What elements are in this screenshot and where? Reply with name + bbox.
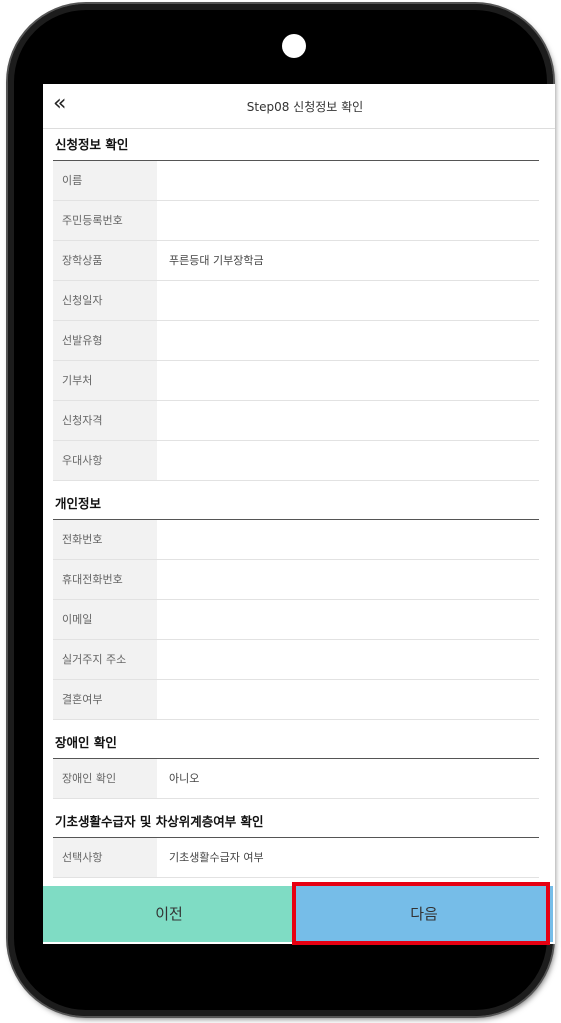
prev-button[interactable]: 이전 xyxy=(43,886,295,942)
table-row: 실거주지 주소 xyxy=(53,640,539,680)
row-label: 이메일 xyxy=(53,600,157,639)
row-value xyxy=(157,600,539,639)
row-value xyxy=(157,680,539,719)
table-row: 선발유형 xyxy=(53,321,539,361)
page-title: Step08 신청정보 확인 xyxy=(246,100,364,114)
row-value xyxy=(157,401,539,440)
row-value xyxy=(157,321,539,360)
row-value xyxy=(157,560,539,599)
row-value xyxy=(157,441,539,480)
table-row: 기부처 xyxy=(53,361,539,401)
row-value xyxy=(157,201,539,240)
row-label: 장애인 확인 xyxy=(53,759,157,798)
section-title-application: 신청정보 확인 xyxy=(53,130,539,161)
row-value xyxy=(157,161,539,200)
row-value: 푸른등대 기부장학금 xyxy=(169,254,264,267)
form-content: 신청정보 확인 이름 주민등록번호 장학상품 푸른등대 기부장학금 신청일자 선발… xyxy=(53,130,539,878)
next-button[interactable]: 다음 xyxy=(295,886,553,942)
bottom-button-bar: 이전 다음 xyxy=(43,886,555,942)
app-screen: « Step08 신청정보 확인 신청정보 확인 이름 주민등록번호 장학상품 푸… xyxy=(43,84,555,944)
table-row: 장애인 확인 아니오 xyxy=(53,759,539,799)
table-row: 신청일자 xyxy=(53,281,539,321)
row-label: 우대사항 xyxy=(53,441,157,480)
header-bar: « Step08 신청정보 확인 xyxy=(43,84,555,129)
table-row: 선택사항 기초생활수급자 여부 xyxy=(53,838,539,878)
table-row: 장학상품 푸른등대 기부장학금 xyxy=(53,241,539,281)
table-row: 이름 xyxy=(53,161,539,201)
section-title-personal: 개인정보 xyxy=(53,489,539,520)
camera-dot xyxy=(282,34,306,58)
table-row: 전화번호 xyxy=(53,520,539,560)
row-label: 전화번호 xyxy=(53,520,157,559)
table-row: 주민등록번호 xyxy=(53,201,539,241)
row-label: 실거주지 주소 xyxy=(53,640,157,679)
row-value xyxy=(157,361,539,400)
row-value: 기초생활수급자 여부 xyxy=(169,851,264,864)
table-row: 이메일 xyxy=(53,600,539,640)
row-value: 아니오 xyxy=(169,772,200,785)
row-label: 선발유형 xyxy=(53,321,157,360)
row-value xyxy=(157,520,539,559)
row-value xyxy=(157,640,539,679)
row-label: 결혼여부 xyxy=(53,680,157,719)
row-value xyxy=(157,281,539,320)
row-label: 선택사항 xyxy=(53,838,157,877)
table-row: 결혼여부 xyxy=(53,680,539,720)
row-label: 신청일자 xyxy=(53,281,157,320)
row-label: 기부처 xyxy=(53,361,157,400)
section-title-basic-living: 기초생활수급자 및 차상위계층여부 확인 xyxy=(53,807,539,838)
table-row: 휴대전화번호 xyxy=(53,560,539,600)
table-row: 우대사항 xyxy=(53,441,539,481)
row-label: 휴대전화번호 xyxy=(53,560,157,599)
section-title-disability: 장애인 확인 xyxy=(53,728,539,759)
row-label: 장학상품 xyxy=(53,241,157,280)
table-row: 신청자격 xyxy=(53,401,539,441)
row-label: 신청자격 xyxy=(53,401,157,440)
row-label: 주민등록번호 xyxy=(53,201,157,240)
row-label: 이름 xyxy=(53,161,157,200)
